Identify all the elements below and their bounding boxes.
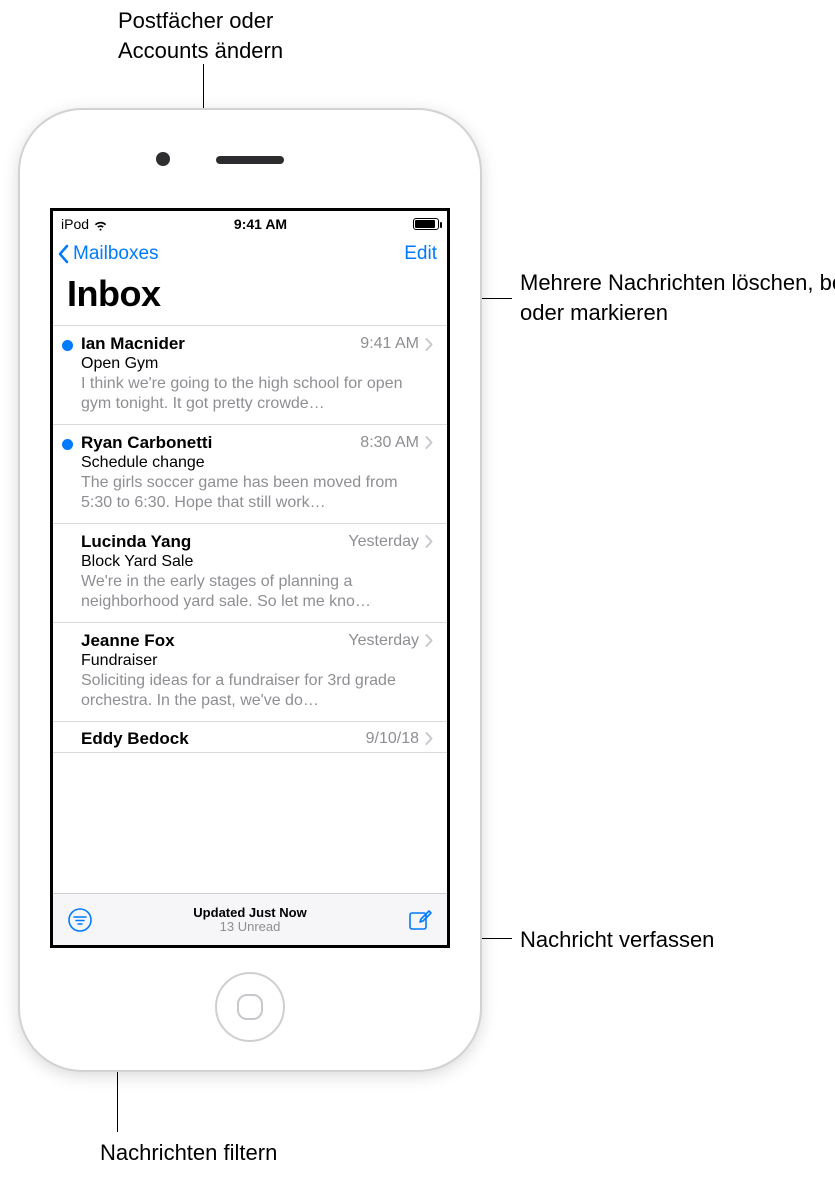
- message-row[interactable]: Ian Macnider 9:41 AM Open GymI think we're…: [53, 325, 447, 424]
- callout-compose: Nachricht verfassen: [520, 925, 714, 955]
- message-time: 9:41 AM: [360, 335, 419, 353]
- updated-label: Updated Just Now: [53, 905, 447, 920]
- sender-name: Jeanne Fox: [81, 631, 175, 651]
- status-time: 9:41 AM: [234, 216, 287, 232]
- message-row[interactable]: Lucinda Yang Yesterday Block Yard SaleWe'r…: [53, 523, 447, 622]
- chevron-right-icon: [425, 732, 433, 745]
- sender-name: Lucinda Yang: [81, 532, 191, 552]
- status-bar: iPod 9:41 AM: [53, 211, 447, 237]
- unread-dot-icon: [62, 340, 73, 351]
- page-title: Inbox: [53, 267, 447, 325]
- message-preview: We're in the early stages of planning a …: [81, 572, 433, 613]
- message-subject: Open Gym: [81, 355, 433, 373]
- back-mailboxes-button[interactable]: Mailboxes: [57, 243, 159, 265]
- battery-icon: [413, 218, 439, 230]
- back-label: Mailboxes: [73, 243, 159, 265]
- message-subject: Fundraiser: [81, 652, 433, 670]
- compose-icon: [407, 907, 433, 933]
- ipod-device: iPod 9:41 AM Mailboxes Edit Inbox Ian Ma…: [20, 110, 480, 1070]
- sender-name: Ian Macnider: [81, 334, 185, 354]
- screen: iPod 9:41 AM Mailboxes Edit Inbox Ian Ma…: [50, 208, 450, 948]
- filter-icon: [67, 907, 93, 933]
- compose-button[interactable]: [407, 907, 433, 933]
- home-button[interactable]: [215, 972, 285, 1042]
- message-row[interactable]: Eddy Bedock 9/10/18: [53, 721, 447, 753]
- callout-filter: Nachrichten filtern: [100, 1138, 277, 1168]
- sender-name: Ryan Carbonetti: [81, 433, 212, 453]
- message-time: Yesterday: [348, 533, 419, 551]
- chevron-right-icon: [425, 535, 433, 548]
- message-preview: Soliciting ideas for a fundraiser for 3r…: [81, 671, 433, 712]
- message-time: Yesterday: [348, 632, 419, 650]
- unread-count: 13 Unread: [53, 919, 447, 934]
- message-list[interactable]: Ian Macnider 9:41 AM Open GymI think we're…: [53, 325, 447, 753]
- chevron-right-icon: [425, 634, 433, 647]
- chevron-left-icon: [57, 244, 71, 264]
- message-row[interactable]: Jeanne Fox Yesterday FundraiserSoliciting …: [53, 622, 447, 721]
- message-time: 9/10/18: [366, 730, 419, 748]
- bottom-toolbar: Updated Just Now 13 Unread: [53, 893, 447, 945]
- message-subject: Schedule change: [81, 454, 433, 472]
- nav-bar: Mailboxes Edit: [53, 237, 447, 267]
- callout-mailboxes: Postfächer oder Accounts ändern: [118, 6, 283, 65]
- wifi-icon: [93, 217, 108, 232]
- message-row[interactable]: Ryan Carbonetti 8:30 AM Schedule changeThe…: [53, 424, 447, 523]
- speaker: [216, 156, 284, 164]
- camera-dot: [156, 152, 170, 166]
- chevron-right-icon: [425, 338, 433, 351]
- sender-name: Eddy Bedock: [81, 729, 189, 749]
- carrier-label: iPod: [61, 216, 89, 232]
- message-time: 8:30 AM: [360, 434, 419, 452]
- message-subject: Block Yard Sale: [81, 553, 433, 571]
- message-preview: I think we're going to the high school f…: [81, 374, 433, 415]
- unread-dot-icon: [62, 439, 73, 450]
- callout-edit: Mehrere Nachrichten löschen, bewegen ode…: [520, 268, 820, 327]
- chevron-right-icon: [425, 436, 433, 449]
- edit-button[interactable]: Edit: [404, 243, 437, 265]
- filter-button[interactable]: [67, 907, 93, 933]
- message-preview: The girls soccer game has been moved fro…: [81, 473, 433, 514]
